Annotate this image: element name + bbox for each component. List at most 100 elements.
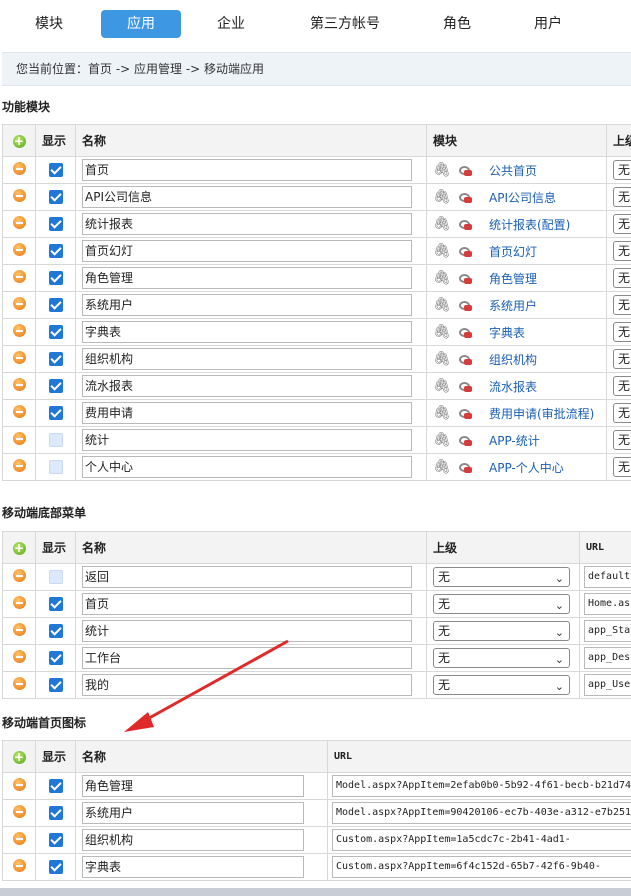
url-input[interactable]: Custom.aspx?AppItem=1a5cdc7c-2b41-4ad1- — [332, 829, 631, 851]
show-checkbox[interactable] — [48, 570, 63, 585]
paperclip-icon[interactable]: 🖇 — [433, 378, 451, 394]
paperclip-icon[interactable]: 🖇 — [433, 216, 451, 232]
parent-select[interactable]: 无 ⌄ — [433, 567, 570, 587]
show-checkbox[interactable] — [48, 460, 63, 475]
paperclip-icon[interactable]: 🖇 — [433, 459, 451, 475]
lock-icon[interactable] — [457, 406, 473, 420]
name-input[interactable]: 返回 — [82, 566, 412, 588]
lock-icon[interactable] — [457, 163, 473, 177]
remove-circle-icon[interactable] — [12, 270, 26, 283]
show-checkbox[interactable] — [48, 352, 63, 367]
url-input[interactable]: Model.aspx?AppItem=2efab0b0-5b92-4f61-be… — [332, 775, 631, 797]
parent-select[interactable]: 无 — [613, 376, 631, 396]
lock-icon[interactable] — [457, 460, 473, 474]
module-link[interactable]: 系统用户 — [489, 297, 537, 314]
paperclip-icon[interactable]: 🖇 — [433, 351, 451, 367]
name-input[interactable]: 我的 — [82, 674, 412, 696]
parent-select[interactable]: 无 — [613, 295, 631, 315]
add-circle-icon[interactable]: + — [12, 750, 26, 764]
remove-circle-icon[interactable] — [12, 778, 26, 791]
parent-select[interactable]: 无 — [613, 187, 631, 207]
url-input[interactable]: Home.asp — [584, 593, 631, 615]
module-link[interactable]: 统计报表(配置) — [489, 216, 570, 233]
show-checkbox[interactable] — [48, 597, 63, 612]
name-input[interactable]: 角色管理 — [82, 267, 412, 289]
module-link[interactable]: API公司信息 — [489, 189, 556, 206]
name-input[interactable]: API公司信息 — [82, 186, 412, 208]
remove-circle-icon[interactable] — [12, 405, 26, 418]
paperclip-icon[interactable]: 🖇 — [433, 405, 451, 421]
name-input[interactable]: 首页幻灯 — [82, 240, 412, 262]
module-link[interactable]: 首页幻灯 — [489, 243, 537, 260]
name-input[interactable]: 流水报表 — [82, 375, 412, 397]
name-input[interactable]: 字典表 — [82, 321, 412, 343]
module-link[interactable]: 字典表 — [489, 324, 525, 341]
remove-circle-icon[interactable] — [12, 623, 26, 636]
remove-circle-icon[interactable] — [12, 859, 26, 872]
name-input[interactable]: 个人中心 — [82, 456, 412, 478]
tab-role[interactable]: 角色 — [424, 10, 490, 38]
remove-circle-icon[interactable] — [12, 569, 26, 582]
show-checkbox[interactable] — [48, 624, 63, 639]
show-checkbox[interactable] — [48, 651, 63, 666]
parent-select[interactable]: 无 — [613, 430, 631, 450]
module-link[interactable]: 角色管理 — [489, 270, 537, 287]
name-input[interactable]: 组织机构 — [82, 829, 304, 851]
name-input[interactable]: 字典表 — [82, 856, 304, 878]
module-link[interactable]: 费用申请(审批流程) — [489, 405, 594, 422]
remove-circle-icon[interactable] — [12, 189, 26, 202]
add-circle-icon[interactable]: + — [12, 134, 26, 148]
lock-icon[interactable] — [457, 433, 473, 447]
tab-third-party-account[interactable]: 第三方帐号 — [290, 10, 400, 38]
paperclip-icon[interactable]: 🖇 — [433, 162, 451, 178]
show-checkbox[interactable] — [48, 860, 63, 875]
remove-circle-icon[interactable] — [12, 243, 26, 256]
tab-module[interactable]: 模块 — [16, 10, 82, 38]
name-input[interactable]: 系统用户 — [82, 802, 304, 824]
parent-select[interactable]: 无 — [613, 349, 631, 369]
parent-select[interactable]: 无 — [613, 403, 631, 423]
name-input[interactable]: 费用申请 — [82, 402, 412, 424]
show-checkbox[interactable] — [48, 190, 63, 205]
remove-circle-icon[interactable] — [12, 677, 26, 690]
url-input[interactable]: app_User — [584, 674, 631, 696]
paperclip-icon[interactable]: 🖇 — [433, 270, 451, 286]
name-input[interactable]: 首页 — [82, 159, 412, 181]
show-checkbox[interactable] — [48, 298, 63, 313]
parent-select[interactable]: 无 — [613, 268, 631, 288]
url-input[interactable]: app_Stat — [584, 620, 631, 642]
show-checkbox[interactable] — [48, 678, 63, 693]
lock-icon[interactable] — [457, 298, 473, 312]
module-link[interactable]: 公共首页 — [489, 162, 537, 179]
lock-icon[interactable] — [457, 244, 473, 258]
name-input[interactable]: 组织机构 — [82, 348, 412, 370]
name-input[interactable]: 统计 — [82, 620, 412, 642]
name-input[interactable]: 工作台 — [82, 647, 412, 669]
url-input[interactable]: app_Desk — [584, 647, 631, 669]
remove-circle-icon[interactable] — [12, 650, 26, 663]
paperclip-icon[interactable]: 🖇 — [433, 243, 451, 259]
parent-select[interactable]: 无 — [613, 214, 631, 234]
show-checkbox[interactable] — [48, 217, 63, 232]
remove-circle-icon[interactable] — [12, 459, 26, 472]
lock-icon[interactable] — [457, 325, 473, 339]
tab-app[interactable]: 应用 — [101, 10, 181, 38]
name-input[interactable]: 角色管理 — [82, 775, 304, 797]
lock-icon[interactable] — [457, 352, 473, 366]
show-checkbox[interactable] — [48, 163, 63, 178]
parent-select[interactable]: 无 — [613, 160, 631, 180]
name-input[interactable]: 系统用户 — [82, 294, 412, 316]
show-checkbox[interactable] — [48, 406, 63, 421]
remove-circle-icon[interactable] — [12, 832, 26, 845]
parent-select[interactable]: 无 — [613, 241, 631, 261]
remove-circle-icon[interactable] — [12, 324, 26, 337]
parent-select[interactable]: 无 ⌄ — [433, 594, 570, 614]
show-checkbox[interactable] — [48, 833, 63, 848]
remove-circle-icon[interactable] — [12, 162, 26, 175]
remove-circle-icon[interactable] — [12, 805, 26, 818]
paperclip-icon[interactable]: 🖇 — [433, 297, 451, 313]
parent-select[interactable]: 无 ⌄ — [433, 675, 570, 695]
module-link[interactable]: 组织机构 — [489, 351, 537, 368]
url-input[interactable]: Model.aspx?AppItem=90420106-ec7b-403e-a3… — [332, 802, 631, 824]
show-checkbox[interactable] — [48, 325, 63, 340]
